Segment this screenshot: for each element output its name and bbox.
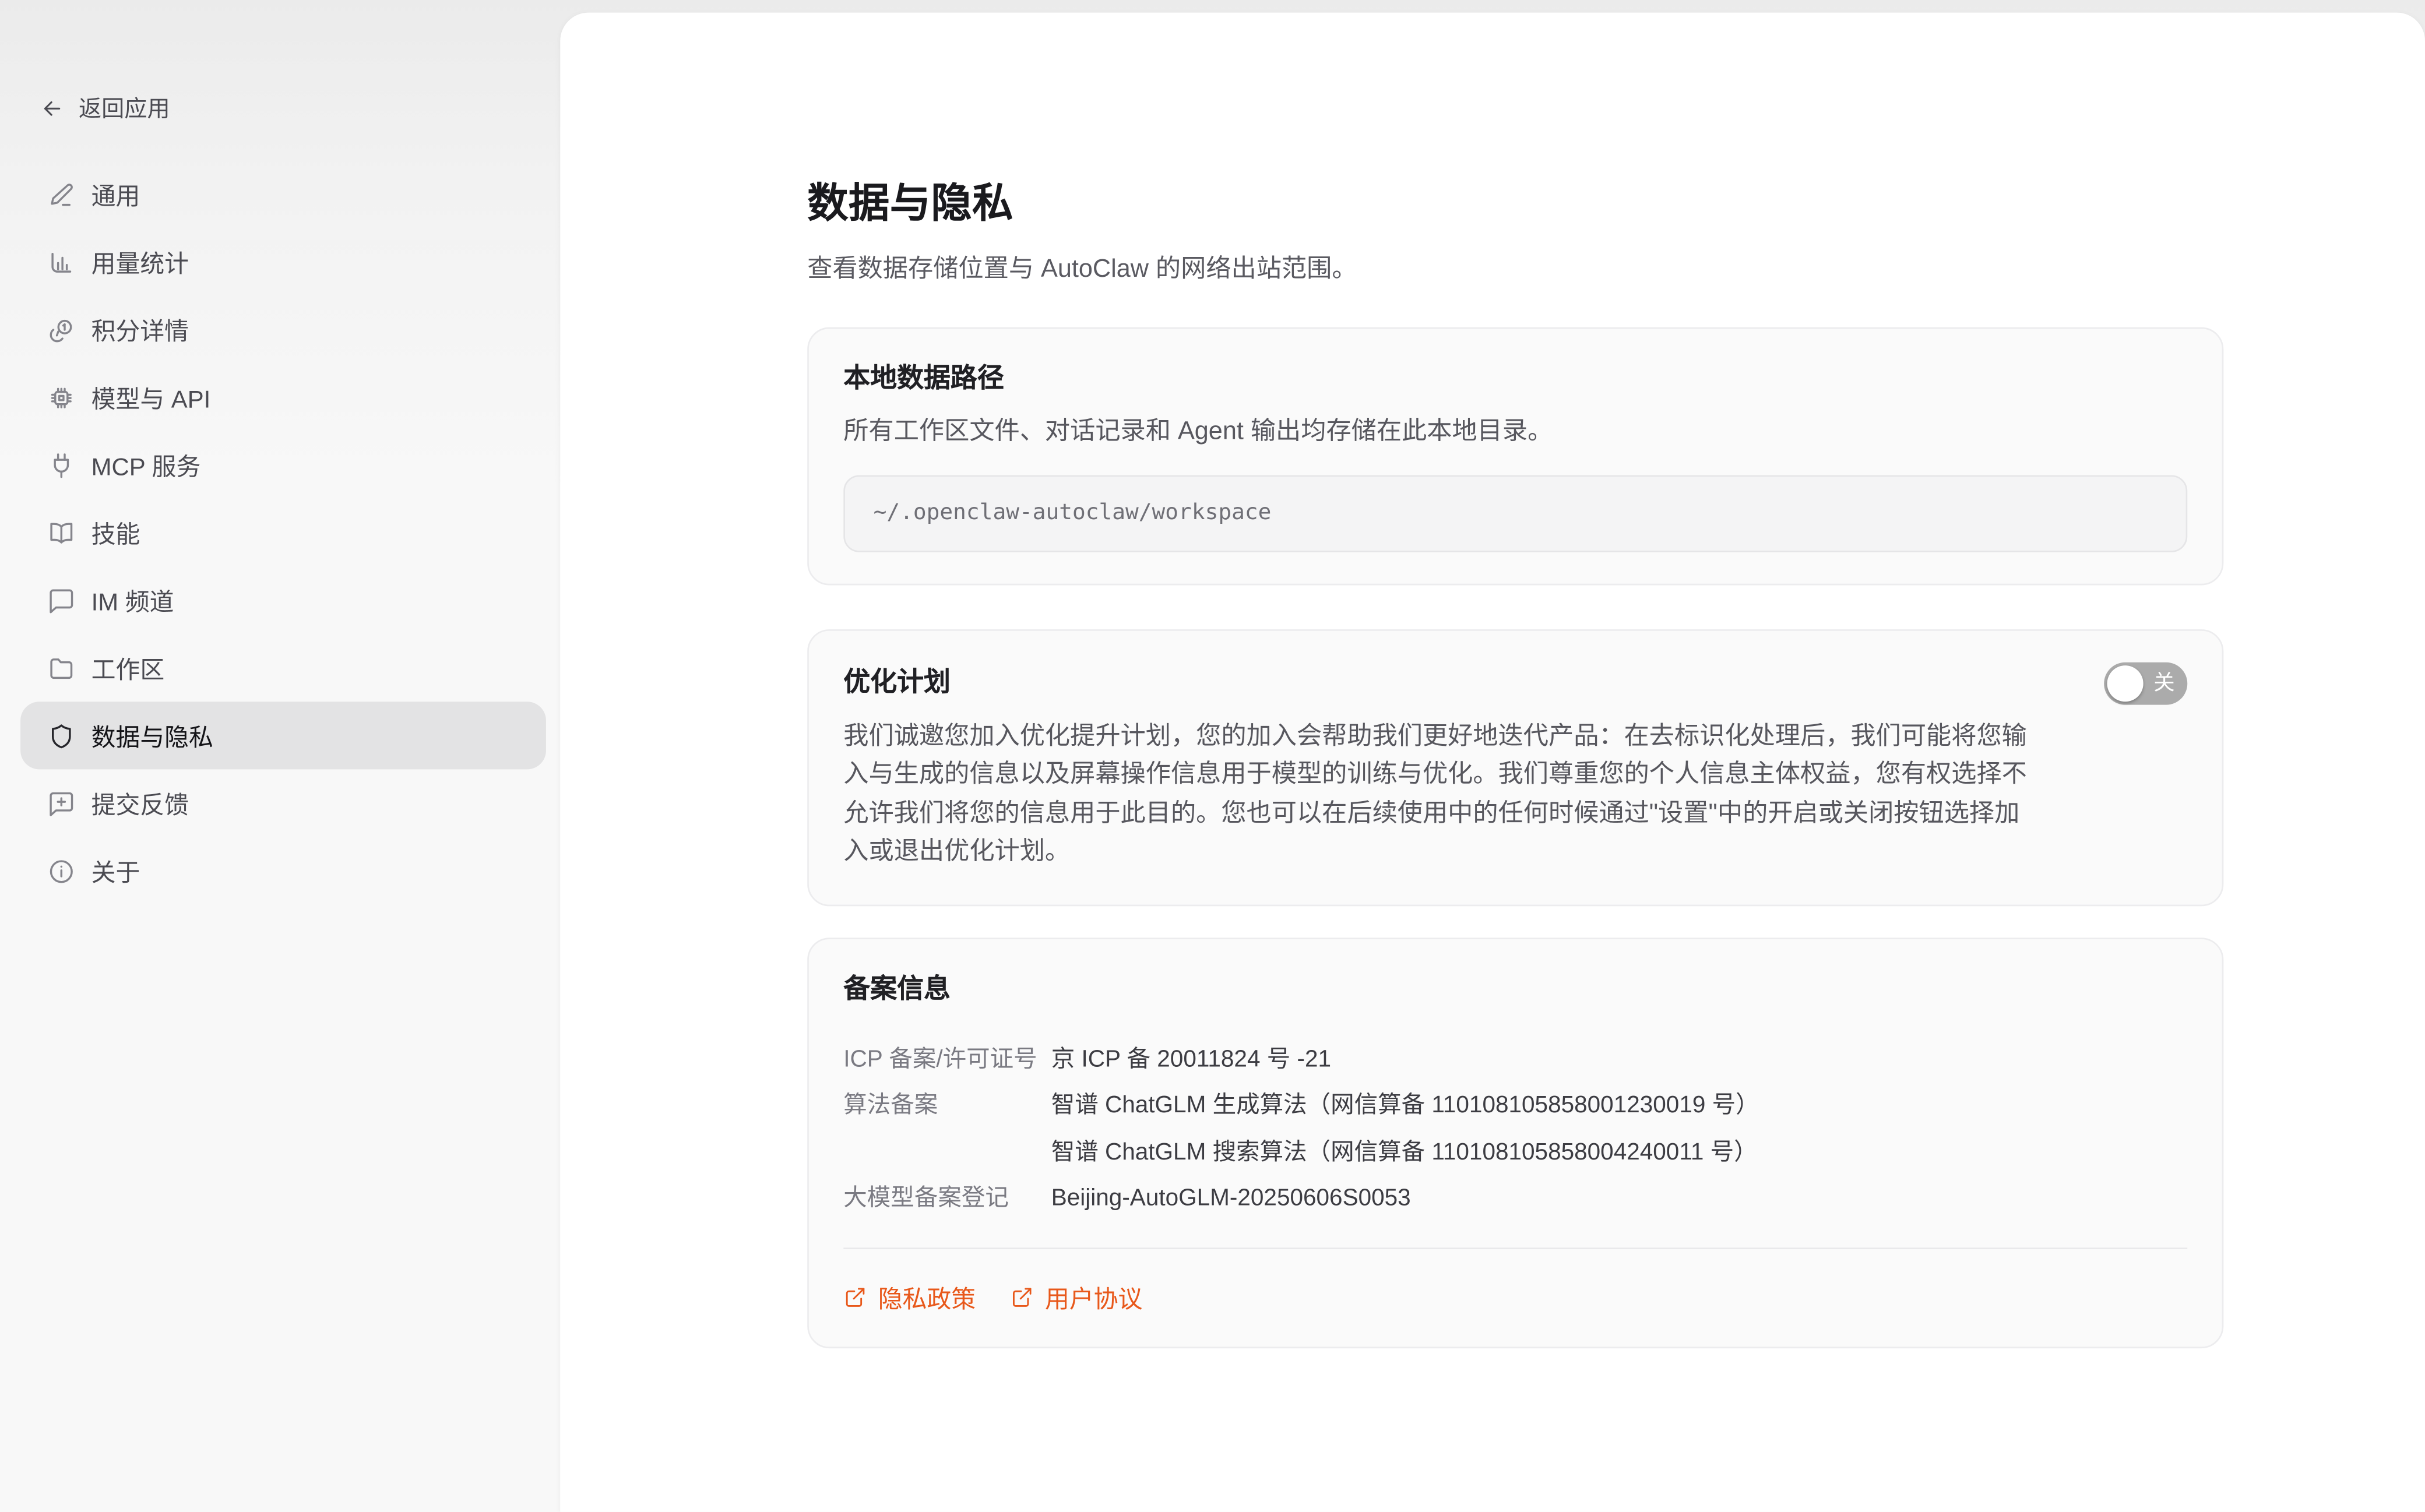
filing-info-title: 备案信息 bbox=[843, 970, 2187, 1008]
filing-row-values: Beijing-AutoGLM-20250606S0053 bbox=[1051, 1175, 1411, 1222]
page-subtitle: 查看数据存储位置与 AutoClaw 的网络出站范围。 bbox=[807, 252, 2223, 290]
sidebar-item-label: IM 频道 bbox=[91, 583, 174, 617]
message-square-icon bbox=[47, 586, 76, 615]
back-button[interactable]: 返回应用 bbox=[40, 91, 170, 125]
sidebar-nav: 通用用量统计积分详情模型与 API MCP 服务技能 IM 频道工作区数据与隐私提交… bbox=[20, 160, 546, 904]
pencil-icon bbox=[47, 180, 76, 209]
sidebar-item-label: 模型与 API bbox=[91, 380, 211, 414]
link-用户协议[interactable]: 用户协议 bbox=[1011, 1280, 1143, 1314]
filing-row-values: 智谱 ChatGLM 生成算法（网信算备 1101081058580012300… bbox=[1051, 1083, 1759, 1175]
arrow-left-icon bbox=[40, 95, 65, 120]
sidebar-item-label: 用量统计 bbox=[91, 245, 189, 279]
local-data-path-title: 本地数据路径 bbox=[843, 360, 2187, 398]
filing-links: 隐私政策 用户协议 bbox=[843, 1280, 2187, 1314]
optimization-plan-title: 优化计划 bbox=[843, 664, 951, 702]
back-button-label: 返回应用 bbox=[79, 91, 170, 125]
filing-row-label: ICP 备案/许可证号 bbox=[843, 1036, 1051, 1083]
link-隐私政策[interactable]: 隐私政策 bbox=[843, 1280, 976, 1314]
stage: 返回应用 通用用量统计积分详情模型与 APIMCP 服务技能IM 频道工作区数据… bbox=[0, 0, 2425, 1512]
external-link-icon bbox=[1011, 1285, 1034, 1309]
filing-row: 算法备案智谱 ChatGLM 生成算法（网信算备 110108105858001… bbox=[843, 1083, 2187, 1175]
optimization-plan-card: 优化计划 关 我们诚邀您加入优化提升计划，您的加入会帮助我们更好地迭代产品：在去… bbox=[807, 629, 2223, 905]
filing-info-card: 备案信息 ICP 备案/许可证号京 ICP 备 20011824 号 -21算法… bbox=[807, 937, 2223, 1348]
filing-row: ICP 备案/许可证号京 ICP 备 20011824 号 -21 bbox=[843, 1036, 2187, 1083]
sidebar-item-label: 数据与隐私 bbox=[91, 718, 213, 753]
filing-row-value: Beijing-AutoGLM-20250606S0053 bbox=[1051, 1175, 1411, 1222]
content-column: 数据与隐私 查看数据存储位置与 AutoClaw 的网络出站范围。 本地数据路径… bbox=[807, 13, 2223, 1348]
filing-row-values: 京 ICP 备 20011824 号 -21 bbox=[1051, 1036, 1331, 1083]
toggle-knob bbox=[2107, 665, 2144, 701]
sidebar-item-label: 工作区 bbox=[91, 651, 165, 685]
filing-row-label: 算法备案 bbox=[843, 1083, 1051, 1175]
message-square-plus-icon bbox=[47, 789, 76, 817]
local-data-path-description: 所有工作区文件、对话记录和 Agent 输出均存储在此本地目录。 bbox=[843, 414, 2187, 452]
sidebar-item-技能[interactable]: 技能 bbox=[20, 499, 546, 566]
book-open-icon bbox=[47, 519, 76, 547]
sidebar-item-用量统计[interactable]: 用量统计 bbox=[20, 228, 546, 296]
sidebar-item-关于[interactable]: 关于 bbox=[20, 837, 546, 905]
link-label: 隐私政策 bbox=[878, 1280, 976, 1314]
bar-chart-icon bbox=[47, 248, 76, 276]
sidebar-item-label: 关于 bbox=[91, 854, 140, 888]
shield-icon bbox=[47, 721, 76, 750]
sidebar-item-通用[interactable]: 通用 bbox=[20, 160, 546, 228]
folder-icon bbox=[47, 654, 76, 682]
sidebar-item-label: 技能 bbox=[91, 515, 140, 549]
info-circle-icon bbox=[47, 857, 76, 885]
filing-rows: ICP 备案/许可证号京 ICP 备 20011824 号 -21算法备案智谱 … bbox=[843, 1036, 2187, 1222]
local-data-path-card: 本地数据路径 所有工作区文件、对话记录和 Agent 输出均存储在此本地目录。 … bbox=[807, 327, 2223, 584]
sidebar-item-label: 积分详情 bbox=[91, 312, 189, 347]
sidebar-item-数据与隐私[interactable]: 数据与隐私 bbox=[20, 702, 546, 769]
sidebar-item-IM 频道[interactable]: IM 频道 bbox=[20, 566, 546, 634]
optimization-plan-toggle[interactable]: 关 bbox=[2104, 661, 2187, 704]
divider bbox=[843, 1247, 2187, 1249]
plug-icon bbox=[47, 451, 76, 480]
chip-icon bbox=[47, 383, 76, 411]
sidebar-item-label: MCP 服务 bbox=[91, 447, 201, 482]
external-link-icon bbox=[843, 1285, 867, 1309]
filing-row-value: 京 ICP 备 20011824 号 -21 bbox=[1051, 1036, 1331, 1083]
sidebar-item-MCP 服务[interactable]: MCP 服务 bbox=[20, 431, 546, 499]
filing-row: 大模型备案登记Beijing-AutoGLM-20250606S0053 bbox=[843, 1175, 2187, 1222]
settings-page: 返回应用 通用用量统计积分详情模型与 APIMCP 服务技能IM 频道工作区数据… bbox=[0, 0, 2425, 1512]
link-label: 用户协议 bbox=[1045, 1280, 1142, 1314]
sidebar-item-模型与 API[interactable]: 模型与 API bbox=[20, 364, 546, 431]
optimization-plan-description: 我们诚邀您加入优化提升计划，您的加入会帮助我们更好地迭代产品：在去标识化处理后，… bbox=[843, 718, 2027, 873]
filing-row-label: 大模型备案登记 bbox=[843, 1175, 1051, 1222]
page-title: 数据与隐私 bbox=[807, 176, 2223, 230]
sidebar-item-label: 提交反馈 bbox=[91, 786, 189, 820]
sidebar-item-label: 通用 bbox=[91, 177, 140, 212]
filing-row-value: 智谱 ChatGLM 搜索算法（网信算备 1101081058580042400… bbox=[1051, 1129, 1759, 1175]
sidebar-item-提交反馈[interactable]: 提交反馈 bbox=[20, 769, 546, 837]
workspace-path-value: ~/.openclaw-autoclaw/workspace bbox=[874, 501, 1272, 526]
sidebar-item-工作区[interactable]: 工作区 bbox=[20, 634, 546, 702]
coins-icon bbox=[47, 315, 76, 344]
workspace-path-field[interactable]: ~/.openclaw-autoclaw/workspace bbox=[843, 474, 2187, 551]
main-panel: 数据与隐私 查看数据存储位置与 AutoClaw 的网络出站范围。 本地数据路径… bbox=[560, 13, 2425, 1512]
filing-row-value: 智谱 ChatGLM 生成算法（网信算备 1101081058580012300… bbox=[1051, 1083, 1759, 1129]
toggle-state-label: 关 bbox=[2153, 672, 2174, 693]
sidebar-item-积分详情[interactable]: 积分详情 bbox=[20, 296, 546, 364]
sidebar: 返回应用 通用用量统计积分详情模型与 API MCP 服务技能 IM 频道工作区数据… bbox=[0, 0, 560, 1512]
